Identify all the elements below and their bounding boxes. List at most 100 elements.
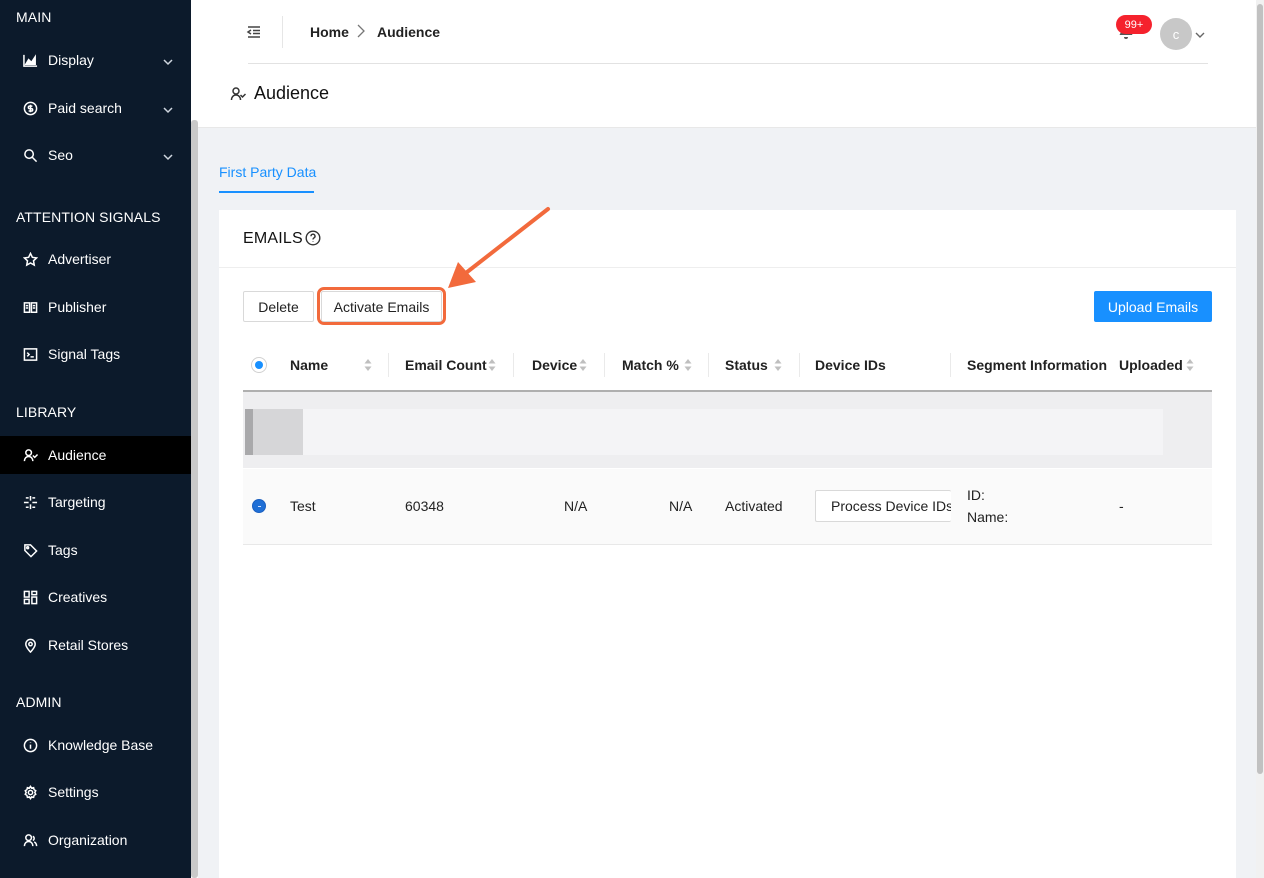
sidebar-item-audience[interactable]: Audience [0, 436, 191, 474]
sidebar-item-label: Knowledge Base [48, 737, 154, 753]
star-icon [22, 251, 38, 267]
sidebar-item-label: Audience [48, 447, 107, 463]
header-divider [282, 16, 283, 48]
column-divider [950, 353, 951, 377]
card-title: EMAILS [243, 230, 303, 247]
sidebar-scrollbar[interactable] [191, 120, 198, 878]
tab-first-party-data[interactable]: First Party Data [219, 164, 316, 180]
page-title: Audience [254, 83, 330, 103]
sidebar-item-knowledge-base[interactable]: Knowledge Base [0, 726, 191, 764]
section-title-main: MAIN [16, 9, 52, 25]
sidebar-item-seo[interactable]: Seo [0, 136, 191, 174]
column-header-segment-information: Segment Information [967, 357, 1108, 373]
select-all-radio[interactable] [251, 357, 267, 373]
page-scrollbar[interactable] [1257, 4, 1263, 774]
sidebar-item-targeting[interactable]: Targeting [0, 483, 191, 521]
chevron-right-icon [356, 24, 368, 38]
audience-icon [230, 86, 247, 102]
column-divider [513, 353, 514, 377]
row-select-radio[interactable] [252, 499, 266, 513]
chevron-down-icon[interactable] [1195, 27, 1205, 38]
sidebar-item-signal-tags[interactable]: Signal Tags [0, 335, 191, 373]
cell-name: Test [290, 498, 316, 514]
column-header-status[interactable]: Status [725, 357, 768, 373]
sidebar-item-label: Display [48, 52, 94, 68]
sidebar-item-retail-stores[interactable]: Retail Stores [0, 626, 191, 664]
column-header-device-ids: Device IDs [815, 357, 886, 373]
sidebar-item-advertiser[interactable]: Advertiser [0, 240, 191, 278]
breadcrumb-current: Audience [377, 24, 441, 40]
sort-icon[interactable] [364, 358, 372, 372]
location-pin-icon [22, 637, 38, 653]
sidebar-item-creatives[interactable]: Creatives [0, 578, 191, 616]
row-skeleton-block [245, 409, 303, 455]
sort-icon[interactable] [579, 358, 587, 372]
cell-segment-id-label: ID: [967, 487, 985, 503]
section-title-attention-signals: ATTENTION SIGNALS [16, 209, 161, 225]
cell-match: N/A [669, 498, 693, 514]
sidebar-item-label: Advertiser [48, 251, 112, 267]
row-skeleton-edge [245, 409, 253, 455]
team-icon [22, 832, 38, 848]
chevron-down-icon [163, 102, 173, 114]
page-header [198, 64, 1256, 128]
sidebar-item-publisher[interactable]: Publisher [0, 288, 191, 326]
sidebar: MAIN Display Paid search Seo ATTENTION S… [0, 0, 191, 878]
area-chart-icon [22, 52, 38, 68]
notification-badge: 99+ [1116, 15, 1152, 34]
column-divider [388, 353, 389, 377]
column-header-match[interactable]: Match % [622, 357, 679, 373]
book-icon [22, 299, 38, 315]
audience-icon [22, 447, 38, 463]
cell-status: Activated [725, 498, 783, 514]
sidebar-item-display[interactable]: Display [0, 41, 191, 79]
sidebar-item-label: Paid search [48, 100, 122, 116]
sidebar-item-label: Creatives [48, 589, 108, 605]
sidebar-item-label: Seo [48, 147, 73, 163]
crosshair-icon [22, 494, 38, 510]
process-device-ids-button[interactable]: Process Device IDs [815, 490, 951, 522]
menu-fold-icon[interactable] [246, 24, 264, 40]
code-icon [22, 346, 38, 362]
column-header-email-count[interactable]: Email Count [405, 357, 487, 373]
sidebar-item-tags[interactable]: Tags [0, 531, 191, 569]
sidebar-item-organization[interactable]: Organization [0, 821, 191, 859]
cell-device: N/A [564, 498, 588, 514]
cell-uploaded: - [1119, 498, 1124, 514]
column-header-device[interactable]: Device [532, 357, 577, 373]
upload-emails-button[interactable]: Upload Emails [1094, 291, 1212, 322]
section-title-library: LIBRARY [16, 404, 77, 420]
chevron-down-icon [163, 54, 173, 66]
avatar[interactable]: c [1160, 18, 1192, 50]
sort-icon[interactable] [774, 358, 782, 372]
column-divider [708, 353, 709, 377]
sort-icon[interactable] [1186, 358, 1194, 372]
annotation-arrow [448, 207, 550, 288]
layout-icon [22, 589, 38, 605]
column-header-uploaded[interactable]: Uploaded [1119, 357, 1183, 373]
sort-icon[interactable] [684, 358, 692, 372]
sidebar-item-settings[interactable]: Settings [0, 773, 191, 811]
question-circle-icon[interactable] [305, 230, 321, 246]
breadcrumb-home[interactable]: Home [310, 24, 349, 40]
sidebar-item-paid-search[interactable]: Paid search [0, 89, 191, 127]
sidebar-item-label: Organization [48, 832, 128, 848]
search-icon [22, 147, 38, 163]
cell-segment-name-label: Name: [967, 509, 1009, 525]
sort-icon[interactable] [488, 358, 496, 372]
column-divider [799, 353, 800, 377]
sidebar-item-label: Targeting [48, 494, 106, 510]
column-header-name[interactable]: Name [290, 357, 328, 373]
info-icon [22, 737, 38, 753]
card-divider [219, 267, 1236, 268]
dollar-icon [22, 100, 38, 116]
section-title-admin: ADMIN [16, 694, 62, 710]
cell-email-count: 60348 [405, 498, 444, 514]
tag-icon [22, 542, 38, 558]
sidebar-item-label: Retail Stores [48, 637, 129, 653]
sidebar-item-label: Publisher [48, 299, 107, 315]
sidebar-item-label: Signal Tags [48, 346, 121, 362]
row-skeleton [303, 409, 1163, 455]
delete-button[interactable]: Delete [243, 291, 314, 322]
tab-active-indicator [219, 191, 314, 193]
